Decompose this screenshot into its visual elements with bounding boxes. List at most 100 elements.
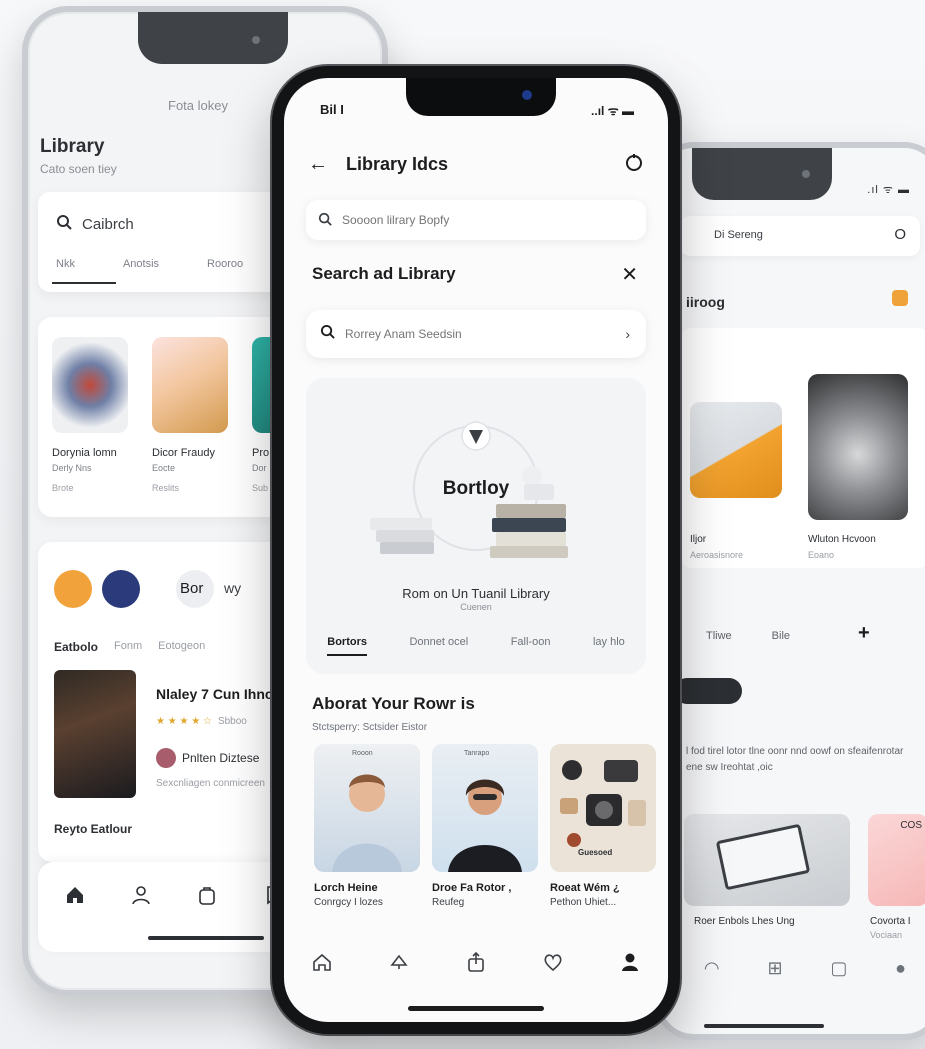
status-time: Bil I [320,102,344,117]
right-bottom-nav: ◠ ⊞ ▢ ● [680,958,925,979]
left-section-tab[interactable]: Eotogeon [158,640,205,654]
card-subtitle: Pethon Uhiet... [550,897,617,908]
left-tab-2[interactable]: Anotsis [123,258,159,270]
book-description: Sexcnliagen conmicreen [156,778,265,789]
book-cover-image[interactable] [54,670,136,798]
book-author-name: Pnlten Diztese [182,751,260,765]
tab-other[interactable]: lay hlo [593,636,625,656]
book-author[interactable]: Pnlten Diztese [156,748,259,768]
close-icon[interactable]: ✕ [621,262,638,287]
person-illustration [332,774,402,872]
bell-icon[interactable] [892,290,908,306]
list-item[interactable]: Rooon Lorch Heine Conrgcy I lozes [314,744,420,908]
settings-icon[interactable] [624,152,644,177]
left-search-card: Caibrch Nkk Anotsis Rooroo [38,192,308,292]
sculpture-image[interactable] [808,374,908,520]
status-icons: ..ıl ᯤ ▬ [591,104,634,118]
left-tab-indicator [52,282,116,284]
left-notch [138,12,288,64]
card-subtitle: Reufeg [432,897,465,908]
top-search-input[interactable] [342,213,602,227]
right-description: l fod tirel lotor tlne oonr nnd oowf on … [686,746,904,773]
left-card-image [152,337,228,433]
section-subtitle: Stctsperry: Sctsider Eistor [312,722,428,733]
right-feature-card: Iljor Aeroasisnore Wluton Hcvoon Eoano [680,328,925,568]
top-search-bar[interactable] [306,200,646,240]
left-card[interactable]: Dicor Fraudy Eocte Reslits [152,337,232,493]
library-search-bar[interactable]: › [306,310,646,358]
left-card[interactable]: Dorynia lomn Derly Nns Brote [52,337,132,493]
left-page-title: Library [40,136,105,157]
search-icon [56,214,72,234]
camera-icon [522,90,532,100]
dynamic-island [406,78,556,116]
right-pill-button[interactable] [674,678,742,704]
card-title: Roeat Wém ¿ [550,882,620,894]
bell-icon[interactable]: ◠ [704,958,720,979]
search-icon[interactable] [387,950,411,974]
right-card-sub: Aeroasisnore [690,550,744,560]
tab-borrow[interactable]: Bortors [327,636,367,656]
right-tab[interactable]: Tliwe [706,630,732,642]
add-icon[interactable]: + [858,622,870,645]
pink-card-image[interactable]: COS [868,814,925,906]
share-icon[interactable] [464,950,488,974]
profile-name-badge: Bor [176,570,214,608]
left-card-sub: Derly Nns [52,463,92,473]
left-card-image [52,337,128,433]
list-item[interactable]: Guesoed Roeat Wém ¿ Pethon Uhiet... [550,744,656,908]
home-indicator [408,1006,544,1011]
right-card-caption: Iljor [690,534,707,545]
author-avatar [156,748,176,768]
back-arrow-icon[interactable]: ← [308,153,328,176]
tab-following[interactable]: Fall-oon [511,636,551,656]
left-tab-1[interactable]: Nkk [56,258,75,270]
left-search-input[interactable]: Caibrch [56,214,134,234]
featured-tabs: Bortors Donnet ocel Fall-oon lay hlo [306,636,646,656]
featured-library-card[interactable]: Bortloy Rom on Un Tuanil Library Cuenen … [306,378,646,674]
right-card-sub: Vociaan [870,930,903,940]
center-header: ← Library Idcs [308,146,644,182]
left-card-meta: Brote [52,483,74,493]
chevron-right-icon[interactable]: › [625,326,630,342]
settings-icon[interactable]: O [894,226,906,243]
tab-download[interactable]: Donnet ocel [409,636,468,656]
left-section-tab[interactable]: Eatbolo [54,640,98,654]
book-title: Nlaley 7 Cun Ihnch [156,686,282,702]
card-subtitle: Conrgcy I lozes [314,897,383,908]
right-card-caption: Covorta I [870,916,911,927]
card-badge: COS [900,820,922,831]
left-tab-3[interactable]: Rooroo [207,258,243,270]
home-icon[interactable] [310,950,334,974]
left-faint-header: Fota lokey [168,98,228,113]
avatar[interactable] [54,570,92,608]
right-tab[interactable]: Bile [772,630,790,642]
objects-image: Guesoed [550,744,656,872]
tablet-image[interactable] [684,814,850,906]
featured-title: Bortloy [442,478,510,499]
user-icon[interactable] [618,950,642,974]
camera-icon [252,36,260,44]
search-icon [318,212,332,229]
heart-icon[interactable] [541,950,565,974]
right-status-bar: .ıl ᯤ ▬ [867,184,910,196]
avatar[interactable] [102,570,140,608]
user-icon[interactable] [130,884,154,908]
user-icon[interactable]: ● [895,958,906,979]
bag-icon[interactable] [196,884,220,908]
left-section-tab[interactable]: Fonm [114,640,142,654]
star-rating: ★ ★ ★ ★ ☆ Sbboo [156,716,247,727]
left-card-sub: Eocte [152,463,176,473]
list-item[interactable]: Tanrapo Droe Fa Rotor , Reufeg [432,744,538,908]
featured-caption: Cuenen [460,602,492,612]
right-top-bar[interactable]: Di Sereng O [680,216,920,256]
grid-icon[interactable]: ⊞ [767,958,782,979]
book-image[interactable] [690,402,782,498]
search-panel-title: Search ad Library [312,264,456,283]
library-search-input[interactable] [345,327,605,341]
chat-icon[interactable]: ▢ [830,958,847,979]
card-banner: Tanrapo [464,750,490,757]
left-search-label: Caibrch [82,215,134,233]
home-icon[interactable] [64,884,88,908]
page-title: Library Idcs [346,153,449,174]
